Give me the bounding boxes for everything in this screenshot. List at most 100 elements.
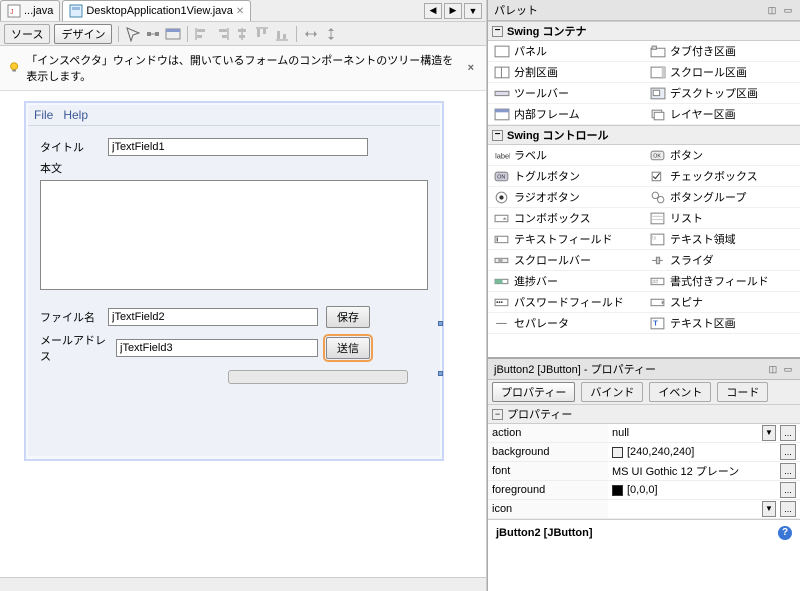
resize-handle[interactable] bbox=[438, 321, 443, 326]
align-bottom-icon[interactable] bbox=[274, 26, 290, 42]
property-value-cell[interactable]: MS UI Gothic 12 プレーン... bbox=[608, 462, 800, 481]
save-button[interactable]: 保存 bbox=[326, 306, 370, 328]
filename-field[interactable] bbox=[108, 308, 318, 326]
align-top-icon[interactable] bbox=[254, 26, 270, 42]
palette-item-toggle[interactable]: ONトグルボタン bbox=[488, 166, 644, 187]
form-designer-canvas[interactable]: File Help タイトル 本文 ファイル名 bbox=[0, 91, 486, 577]
label-email: メールアドレス bbox=[40, 332, 108, 364]
tab-nav-right[interactable]: ▶ bbox=[444, 3, 462, 19]
palette-item-layer[interactable]: レイヤー区画 bbox=[644, 104, 800, 125]
palette-item-radio[interactable]: ラジオボタン bbox=[488, 187, 644, 208]
palette-item-slider[interactable]: スライダ bbox=[644, 250, 800, 271]
palette-item-scrollbar[interactable]: スクロールバー bbox=[488, 250, 644, 271]
ellipsis-button[interactable]: ... bbox=[780, 501, 796, 517]
palette-item-tabbed[interactable]: タブ付き区画 bbox=[644, 41, 800, 62]
svg-text:J: J bbox=[10, 9, 14, 16]
ellipsis-button[interactable]: ... bbox=[780, 482, 796, 498]
hint-close-button[interactable]: × bbox=[464, 62, 478, 74]
title-field[interactable] bbox=[108, 138, 368, 156]
resize-v-icon[interactable] bbox=[323, 26, 339, 42]
palette-item-list[interactable]: リスト bbox=[644, 208, 800, 229]
align-center-icon[interactable] bbox=[234, 26, 250, 42]
form-root[interactable]: File Help タイトル 本文 ファイル名 bbox=[24, 101, 444, 461]
horizontal-scrollbar[interactable] bbox=[0, 577, 486, 591]
palette-category-header[interactable]: −Swing コンテナ bbox=[488, 21, 800, 41]
palette-item-scroll[interactable]: スクロール区画 bbox=[644, 62, 800, 83]
palette-item-group[interactable]: ボタングループ bbox=[644, 187, 800, 208]
svg-text:•••: ••• bbox=[496, 299, 503, 306]
close-icon[interactable]: ✕ bbox=[236, 6, 244, 17]
palette-item-button[interactable]: OKボタン bbox=[644, 145, 800, 166]
palette-item-panel[interactable]: パネル bbox=[488, 41, 644, 62]
body-textarea[interactable] bbox=[40, 180, 428, 290]
tab-event[interactable]: イベント bbox=[649, 382, 711, 402]
collapse-icon[interactable]: − bbox=[492, 409, 503, 420]
palette-category-header[interactable]: −Swing コントロール bbox=[488, 125, 800, 145]
palette-item-textarea[interactable]: txテキスト領域 bbox=[644, 229, 800, 250]
collapse-icon[interactable]: − bbox=[492, 26, 503, 37]
email-field[interactable] bbox=[116, 339, 318, 357]
menu-help[interactable]: Help bbox=[63, 108, 88, 122]
tab-properties[interactable]: プロパティー bbox=[492, 382, 575, 402]
tab-bind[interactable]: バインド bbox=[581, 382, 643, 402]
help-icon[interactable]: ? bbox=[778, 526, 792, 540]
dropdown-icon[interactable]: ▼ bbox=[762, 425, 776, 441]
palette-item-label[interactable]: labelラベル bbox=[488, 145, 644, 166]
palette-item-password[interactable]: •••パスワードフィールド bbox=[488, 292, 644, 313]
connection-mode-icon[interactable] bbox=[145, 26, 161, 42]
minimize-icon[interactable]: ▭ bbox=[782, 4, 794, 16]
resize-h-icon[interactable] bbox=[303, 26, 319, 42]
dropdown-icon[interactable]: ▼ bbox=[762, 501, 776, 517]
palette-item-checkbox[interactable]: チェックボックス bbox=[644, 166, 800, 187]
tabbed-icon bbox=[650, 44, 666, 58]
resize-handle[interactable] bbox=[438, 371, 443, 376]
design-button[interactable]: デザイン bbox=[54, 24, 112, 44]
palette-item-iframe[interactable]: 内部フレーム bbox=[488, 104, 644, 125]
collapse-icon[interactable]: − bbox=[492, 130, 503, 141]
ellipsis-button[interactable]: ... bbox=[780, 444, 796, 460]
properties-section-header[interactable]: − プロパティー bbox=[488, 405, 800, 424]
palette-item-textpane[interactable]: Tテキスト区画 bbox=[644, 313, 800, 334]
preview-icon[interactable] bbox=[165, 26, 181, 42]
palette-item-combo[interactable]: コンボボックス bbox=[488, 208, 644, 229]
property-value-cell[interactable]: ▼... bbox=[608, 500, 800, 519]
password-icon: ••• bbox=[494, 295, 510, 309]
send-button[interactable]: 送信 bbox=[326, 337, 370, 359]
tab-code[interactable]: コード bbox=[717, 382, 768, 402]
properties-title: jButton2 [JButton] - プロパティー bbox=[494, 361, 656, 377]
menu-file[interactable]: File bbox=[34, 108, 53, 122]
tab-java[interactable]: J ...java bbox=[0, 0, 60, 21]
window-options-icon[interactable]: ◫ bbox=[766, 4, 778, 16]
tab-desktop-app-view[interactable]: DesktopApplication1View.java ✕ bbox=[62, 0, 251, 21]
selection-info: jButton2 [JButton] ? bbox=[488, 519, 800, 546]
palette-item-toolbar[interactable]: ツールバー bbox=[488, 83, 644, 104]
property-row-icon: icon▼... bbox=[488, 500, 800, 519]
palette-item-progress[interactable]: 進捗バー bbox=[488, 271, 644, 292]
palette-item-desktop[interactable]: デスクトップ区画 bbox=[644, 83, 800, 104]
selection-label: jButton2 [JButton] bbox=[496, 527, 593, 539]
window-options-icon[interactable]: ◫ bbox=[767, 363, 779, 375]
align-right-icon[interactable] bbox=[214, 26, 230, 42]
minimize-icon[interactable]: ▭ bbox=[782, 363, 794, 375]
palette-item-textfield[interactable]: テキストフィールド bbox=[488, 229, 644, 250]
align-left-icon[interactable] bbox=[194, 26, 210, 42]
tab-nav-left[interactable]: ◀ bbox=[424, 3, 442, 19]
tab-nav-down[interactable]: ▼ bbox=[464, 3, 482, 19]
property-row-foreground: foreground[0,0,0]... bbox=[488, 481, 800, 500]
label-filename: ファイル名 bbox=[40, 309, 100, 325]
palette-item-separator[interactable]: セパレータ bbox=[488, 313, 644, 334]
status-bar-component[interactable] bbox=[228, 370, 408, 384]
palette-item-fmtfield[interactable]: ##書式付きフィールド bbox=[644, 271, 800, 292]
selection-mode-icon[interactable] bbox=[125, 26, 141, 42]
palette-item-spinner[interactable]: スピナ bbox=[644, 292, 800, 313]
property-value-cell[interactable]: [240,240,240]... bbox=[608, 443, 800, 462]
property-value-cell[interactable]: [0,0,0]... bbox=[608, 481, 800, 500]
ellipsis-button[interactable]: ... bbox=[780, 425, 796, 441]
property-value-cell[interactable]: null▼... bbox=[608, 424, 800, 443]
java-file-icon: J bbox=[7, 4, 21, 18]
palette-item-split[interactable]: 分割区画 bbox=[488, 62, 644, 83]
tab-label: DesktopApplication1View.java bbox=[86, 5, 233, 17]
source-button[interactable]: ソース bbox=[4, 24, 50, 44]
ellipsis-button[interactable]: ... bbox=[780, 463, 796, 479]
list-icon bbox=[650, 211, 666, 225]
